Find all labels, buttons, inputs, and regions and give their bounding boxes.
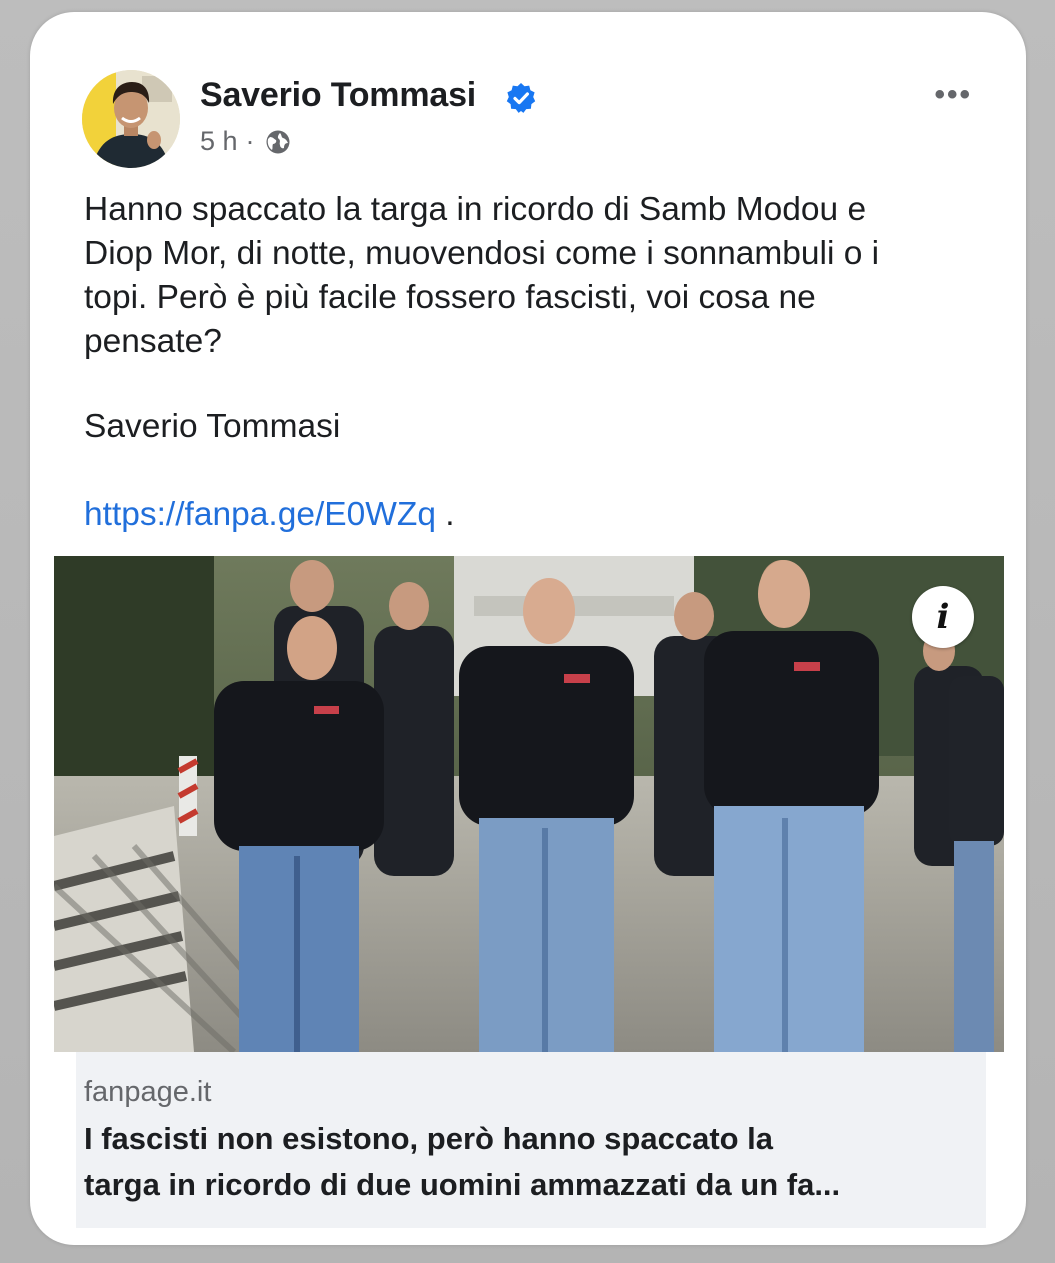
post-time[interactable]: 5 h bbox=[200, 126, 238, 157]
post-text-line: pensate? bbox=[84, 323, 222, 360]
screenshot-background: Saverio Tommasi 5 h · ••• Hanno spaccato… bbox=[0, 0, 1055, 1263]
link-preview-card[interactable]: fanpage.it I fascisti non esistono, però… bbox=[76, 1052, 986, 1228]
globe-icon[interactable] bbox=[265, 129, 291, 155]
preview-headline-line: I fascisti non esistono, però hanno spac… bbox=[84, 1121, 774, 1156]
verified-badge-icon bbox=[506, 83, 536, 113]
preview-headline: I fascisti non esistono, però hanno spac… bbox=[84, 1116, 984, 1208]
preview-headline-line: targa in ricordo di due uomini ammazzati… bbox=[84, 1167, 841, 1202]
post-text-line: topi. Però è più facile fossero fascisti… bbox=[84, 279, 816, 316]
post-text-line: Diop Mor, di notte, muovendosi come i so… bbox=[84, 235, 880, 272]
post-link-suffix: . bbox=[435, 496, 455, 533]
avatar-image bbox=[82, 70, 180, 168]
author-name[interactable]: Saverio Tommasi bbox=[200, 76, 476, 115]
post-signature: Saverio Tommasi bbox=[84, 408, 341, 445]
info-icon[interactable]: i bbox=[912, 586, 974, 648]
preview-domain: fanpage.it bbox=[84, 1076, 212, 1108]
meta-separator: · bbox=[245, 126, 255, 156]
post-text: Hanno spaccato la targa in ricordo di Sa… bbox=[84, 188, 984, 364]
preview-photo bbox=[54, 556, 1004, 1052]
post-link[interactable]: https://fanpa.ge/E0WZq bbox=[84, 496, 436, 533]
post-meta: 5 h · bbox=[200, 126, 291, 157]
more-options-icon[interactable]: ••• bbox=[934, 78, 972, 112]
author-avatar[interactable] bbox=[82, 70, 180, 168]
post-text-line: Hanno spaccato la targa in ricordo di Sa… bbox=[84, 191, 867, 228]
post-card: Saverio Tommasi 5 h · ••• Hanno spaccato… bbox=[30, 12, 1026, 1245]
post-link-line: https://fanpa.ge/E0WZq . bbox=[84, 496, 455, 534]
link-preview-image[interactable]: i bbox=[54, 556, 1004, 1052]
